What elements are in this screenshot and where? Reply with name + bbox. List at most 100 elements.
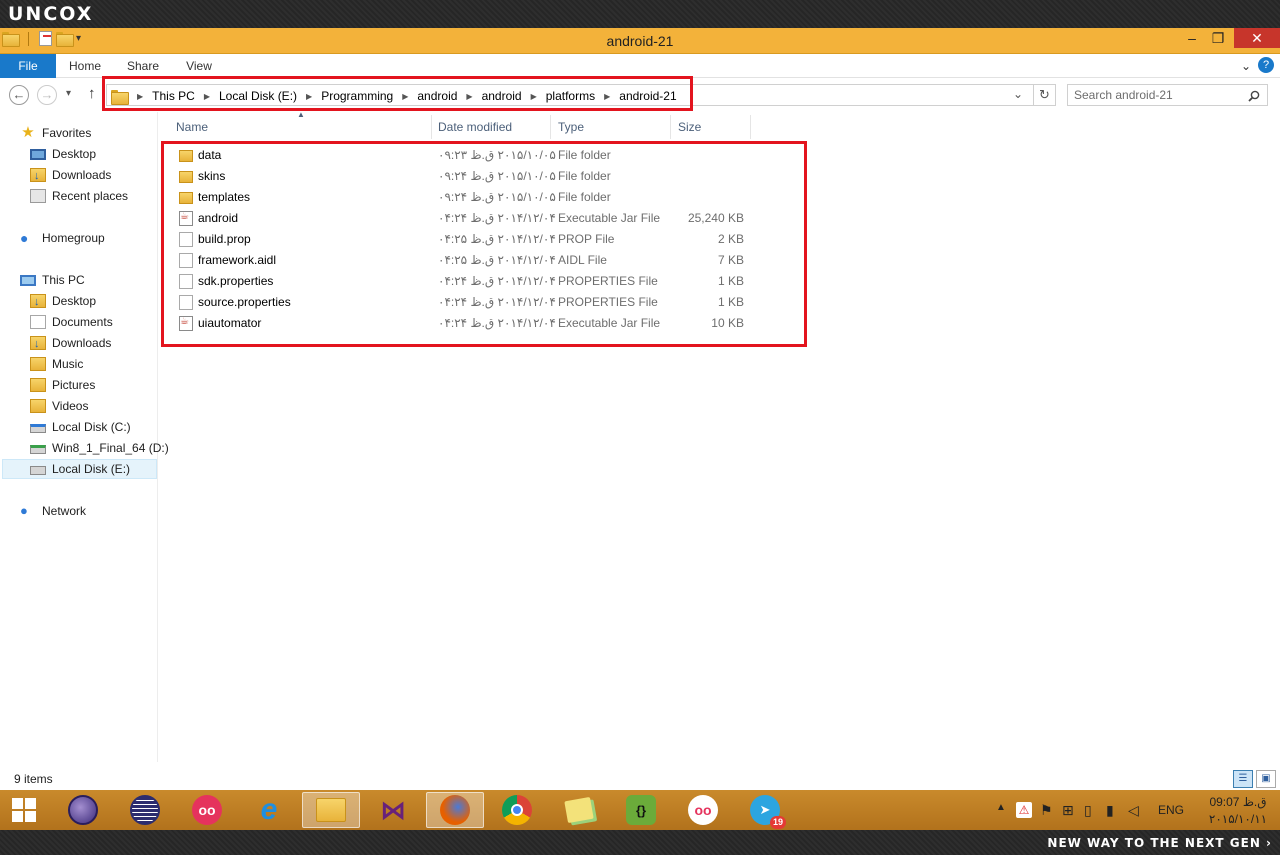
forward-button[interactable]: → — [37, 85, 57, 105]
nav-pc-desktop[interactable]: Desktop — [30, 291, 97, 312]
nav-recent-places[interactable]: Recent places — [30, 186, 128, 206]
address-dropdown-icon[interactable]: ⌄ — [1013, 87, 1023, 101]
taskbar: oo e ⋈ {} oo ➤ 19 ▲ ⚠ ⚑ ⊞ ▯ ▮ ◁ ENG 09:07… — [0, 790, 1280, 830]
column-size[interactable]: Size — [670, 115, 751, 139]
taskbar-firefox[interactable] — [426, 792, 484, 828]
documents-icon — [30, 315, 46, 329]
branding-footer: NEW WAY TO THE NEXT GEN › — [0, 830, 1280, 855]
highlight-box-address — [102, 76, 693, 111]
visual-studio-icon: ⋈ — [380, 794, 406, 825]
system-drive-icon — [30, 424, 46, 433]
nav-desktop[interactable]: Desktop — [30, 144, 96, 164]
nav-favorites[interactable]: ★ Favorites — [20, 123, 91, 143]
nav-label: Music — [52, 357, 84, 371]
language-indicator[interactable]: ENG — [1158, 803, 1184, 817]
navigation-pane: ★ Favorites Desktop Downloads Recent plac… — [0, 112, 169, 762]
chrome-icon — [502, 795, 532, 825]
maximize-button[interactable]: ❐ — [1204, 28, 1232, 48]
nav-homegroup[interactable]: ● Homegroup — [20, 228, 105, 248]
nav-downloads[interactable]: Downloads — [30, 165, 111, 186]
windows-logo-icon — [12, 798, 36, 822]
column-type[interactable]: Type — [550, 115, 671, 139]
tab-file[interactable]: File — [0, 54, 56, 78]
nav-local-disk-c[interactable]: Local Disk (C:) — [30, 417, 131, 437]
refresh-button[interactable]: ↻ — [1033, 85, 1055, 105]
help-icon[interactable]: ? — [1258, 57, 1274, 73]
nav-pc-downloads[interactable]: Downloads — [30, 333, 111, 354]
nav-label: Desktop — [52, 147, 97, 161]
nav-label: Favorites — [42, 126, 92, 140]
taskbar-eclipse[interactable] — [116, 792, 174, 828]
highlight-box-files — [161, 141, 807, 347]
column-date-modified[interactable]: Date modified — [430, 115, 551, 139]
drive-icon — [30, 466, 46, 475]
nav-music[interactable]: Music — [30, 354, 83, 374]
nav-pictures[interactable]: Pictures — [30, 375, 95, 395]
battery-icon[interactable]: ▯ — [1084, 802, 1092, 819]
nav-label: Win8_1_Final_64 (D:) — [52, 441, 169, 455]
search-icon[interactable] — [1248, 90, 1260, 102]
volume-icon[interactable]: ◁ — [1128, 802, 1139, 819]
action-center-flag-icon[interactable]: ⚑ — [1040, 802, 1053, 819]
details-view-button[interactable]: ☰ — [1233, 770, 1253, 788]
slogan: NEW WAY TO THE NEXT GEN › — [1047, 836, 1272, 850]
search-input[interactable]: Search android-21 — [1067, 84, 1268, 106]
nav-documents[interactable]: Documents — [30, 312, 113, 332]
taskbar-visual-studio[interactable]: ⋈ — [364, 792, 422, 828]
taskbar-file-explorer[interactable] — [302, 792, 360, 828]
recent-locations-icon[interactable]: ▾ — [66, 88, 71, 99]
nav-label: Recent places — [52, 189, 129, 203]
clock-time[interactable]: 09:07 ق.ظ — [1208, 795, 1268, 809]
nav-label: This PC — [42, 273, 85, 287]
firefox-icon — [440, 795, 470, 825]
nav-this-pc[interactable]: This PC — [20, 270, 85, 290]
taskbar-telegram[interactable]: ➤ 19 — [736, 792, 794, 829]
sticky-notes-icon — [564, 796, 594, 824]
videos-icon — [30, 399, 46, 413]
taskbar-chrome[interactable] — [488, 792, 546, 828]
desktop-icon — [30, 149, 46, 160]
taskbar-flickr-2[interactable]: oo — [674, 792, 732, 828]
taskbar-brackets[interactable]: {} — [612, 792, 670, 828]
nav-drive-d[interactable]: Win8_1_Final_64 (D:) — [30, 438, 169, 458]
clock-date[interactable]: ۲۰۱۵/۱۰/۱۱ — [1208, 812, 1268, 826]
sort-ascending-icon: ▲ — [297, 110, 305, 119]
ribbon-tabs: File Home Share View ⌄ ? — [0, 54, 1280, 78]
taskbar-sticky-notes[interactable] — [550, 792, 608, 828]
tab-share[interactable]: Share — [120, 54, 166, 78]
recent-places-icon — [30, 189, 46, 203]
show-hidden-icons[interactable]: ▲ — [996, 802, 1006, 813]
expand-ribbon-icon[interactable]: ⌄ — [1236, 54, 1256, 78]
nav-videos[interactable]: Videos — [30, 396, 88, 416]
minimize-button[interactable]: – — [1178, 28, 1206, 48]
taskbar-flickr[interactable]: oo — [178, 792, 236, 828]
close-button[interactable]: ✕ — [1234, 28, 1280, 48]
start-button[interactable] — [0, 792, 48, 828]
signal-icon[interactable]: ▮ — [1106, 802, 1114, 819]
eclipse-purple-icon — [68, 795, 98, 825]
taskbar-eclipse-purple[interactable] — [54, 792, 112, 828]
taskbar-ie[interactable]: e — [240, 792, 298, 828]
nav-label: Desktop — [52, 294, 97, 308]
window-titlebar[interactable]: ▾ android-21 – ❐ ✕ — [0, 28, 1280, 54]
pictures-icon — [30, 378, 46, 392]
item-count: 9 items — [14, 772, 53, 786]
windows-icon[interactable]: ⊞ — [1062, 802, 1074, 819]
brackets-icon: {} — [626, 795, 656, 825]
computer-icon — [20, 274, 36, 286]
nav-local-disk-e[interactable]: Local Disk (E:) — [2, 459, 157, 479]
tab-home[interactable]: Home — [62, 54, 108, 78]
flickr-icon-2: oo — [688, 795, 718, 825]
telegram-badge: 19 — [769, 816, 786, 829]
antivirus-icon[interactable]: ⚠ — [1016, 802, 1032, 818]
tab-view[interactable]: View — [176, 54, 222, 78]
back-button[interactable]: ← — [9, 85, 29, 105]
window-title: android-21 — [606, 33, 674, 49]
nav-label: Local Disk (C:) — [52, 420, 131, 434]
eclipse-icon — [130, 795, 160, 825]
nav-network[interactable]: ● Network — [20, 501, 86, 521]
up-button[interactable]: ↑ — [88, 85, 96, 102]
large-icons-view-button[interactable]: ▣ — [1256, 770, 1276, 788]
brand-logo: UNCOX — [8, 3, 94, 25]
network-icon: ● — [20, 503, 28, 518]
